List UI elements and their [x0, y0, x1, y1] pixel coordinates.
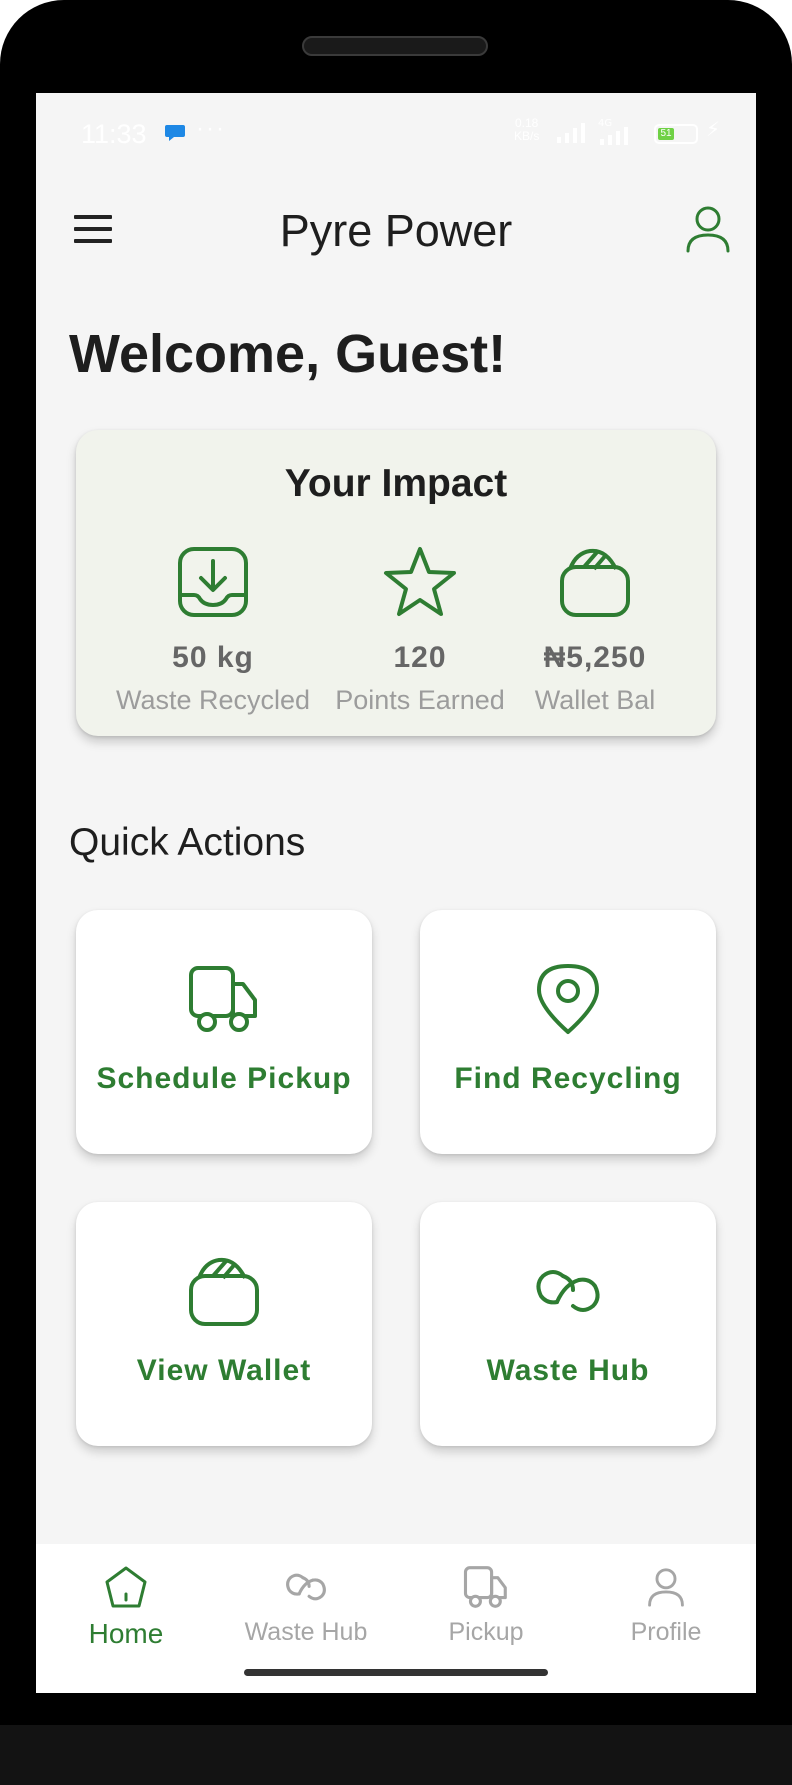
- signal-icon: [557, 123, 585, 143]
- waste-hub-button[interactable]: Waste Hub: [420, 1202, 716, 1446]
- app-bar: Pyre Power: [36, 173, 756, 293]
- find-recycling-button[interactable]: Find Recycling: [420, 910, 716, 1154]
- stat-value: ₦5,250: [543, 641, 647, 674]
- message-notification-icon: [165, 125, 185, 141]
- stat-label: Waste Recycled: [115, 685, 311, 715]
- svg-text:4G: 4G: [598, 118, 612, 129]
- schedule-pickup-button[interactable]: Schedule Pickup: [76, 910, 372, 1154]
- network-speed: 0.18 KB/s: [514, 117, 539, 143]
- quick-actions-heading: Quick Actions: [69, 821, 306, 864]
- nav-label: Waste Hub: [244, 1618, 368, 1646]
- action-label: Find Recycling: [454, 1062, 682, 1095]
- status-more-dots: ···: [196, 115, 226, 142]
- welcome-heading: Welcome, Guest!: [69, 324, 507, 384]
- network-speed-unit: KB/s: [514, 129, 540, 143]
- status-bar: 11:33 ··· 0.18 KB/s 4G 51 ⚡: [36, 93, 756, 173]
- link-icon: [536, 1270, 600, 1312]
- nav-label: Pickup: [448, 1618, 524, 1646]
- truck-icon: [463, 1566, 507, 1608]
- battery-level: 51: [658, 128, 674, 140]
- stat-wallet-balance: ₦5,250 Wallet Bal: [485, 545, 705, 716]
- wallet-icon: [189, 1257, 259, 1326]
- truck-icon: [189, 966, 257, 1032]
- charging-icon: ⚡: [706, 119, 721, 141]
- action-label: Schedule Pickup: [96, 1062, 352, 1095]
- bottom-navigation: Home Waste Hub Pickup Profile: [36, 1544, 756, 1693]
- impact-card: Your Impact 50 kg Waste Recycled 120 Poi…: [76, 430, 716, 736]
- stat-value: 50 kg: [172, 641, 254, 674]
- nav-item-home[interactable]: Home: [36, 1564, 216, 1664]
- app-title: Pyre Power: [279, 205, 513, 256]
- battery-icon: 51: [654, 124, 698, 144]
- nav-item-profile[interactable]: Profile: [576, 1564, 756, 1664]
- stat-waste-recycled: 50 kg Waste Recycled: [103, 545, 323, 716]
- home-indicator-bar[interactable]: [244, 1669, 548, 1676]
- stat-label: Wallet Bal: [534, 685, 656, 715]
- link-icon: [286, 1573, 326, 1601]
- nav-item-pickup[interactable]: Pickup: [396, 1564, 576, 1664]
- status-time: 11:33: [81, 119, 147, 149]
- user-icon: [648, 1568, 684, 1607]
- view-wallet-button[interactable]: View Wallet: [76, 1202, 372, 1446]
- app-screen: 11:33 ··· 0.18 KB/s 4G 51 ⚡ Pyre Power W…: [36, 93, 756, 1693]
- phone-bottom-bezel: [0, 1725, 792, 1785]
- nav-label: Home: [88, 1618, 164, 1649]
- phone-speaker: [302, 36, 488, 56]
- impact-title: Your Impact: [284, 462, 508, 505]
- profile-button[interactable]: [680, 201, 736, 257]
- action-label: View Wallet: [136, 1354, 312, 1387]
- user-icon: [686, 206, 730, 253]
- star-icon: [384, 547, 456, 616]
- location-pin-icon: [537, 964, 599, 1034]
- phone-frame: 11:33 ··· 0.18 KB/s 4G 51 ⚡ Pyre Power W…: [0, 0, 792, 1785]
- nav-item-waste-hub[interactable]: Waste Hub: [216, 1564, 396, 1664]
- nav-label: Profile: [630, 1618, 702, 1646]
- download-tray-icon: [178, 547, 248, 617]
- signal-4g-icon: 4G: [598, 118, 628, 145]
- home-icon: [105, 1566, 147, 1608]
- wallet-icon: [560, 548, 630, 617]
- action-label: Waste Hub: [486, 1354, 650, 1387]
